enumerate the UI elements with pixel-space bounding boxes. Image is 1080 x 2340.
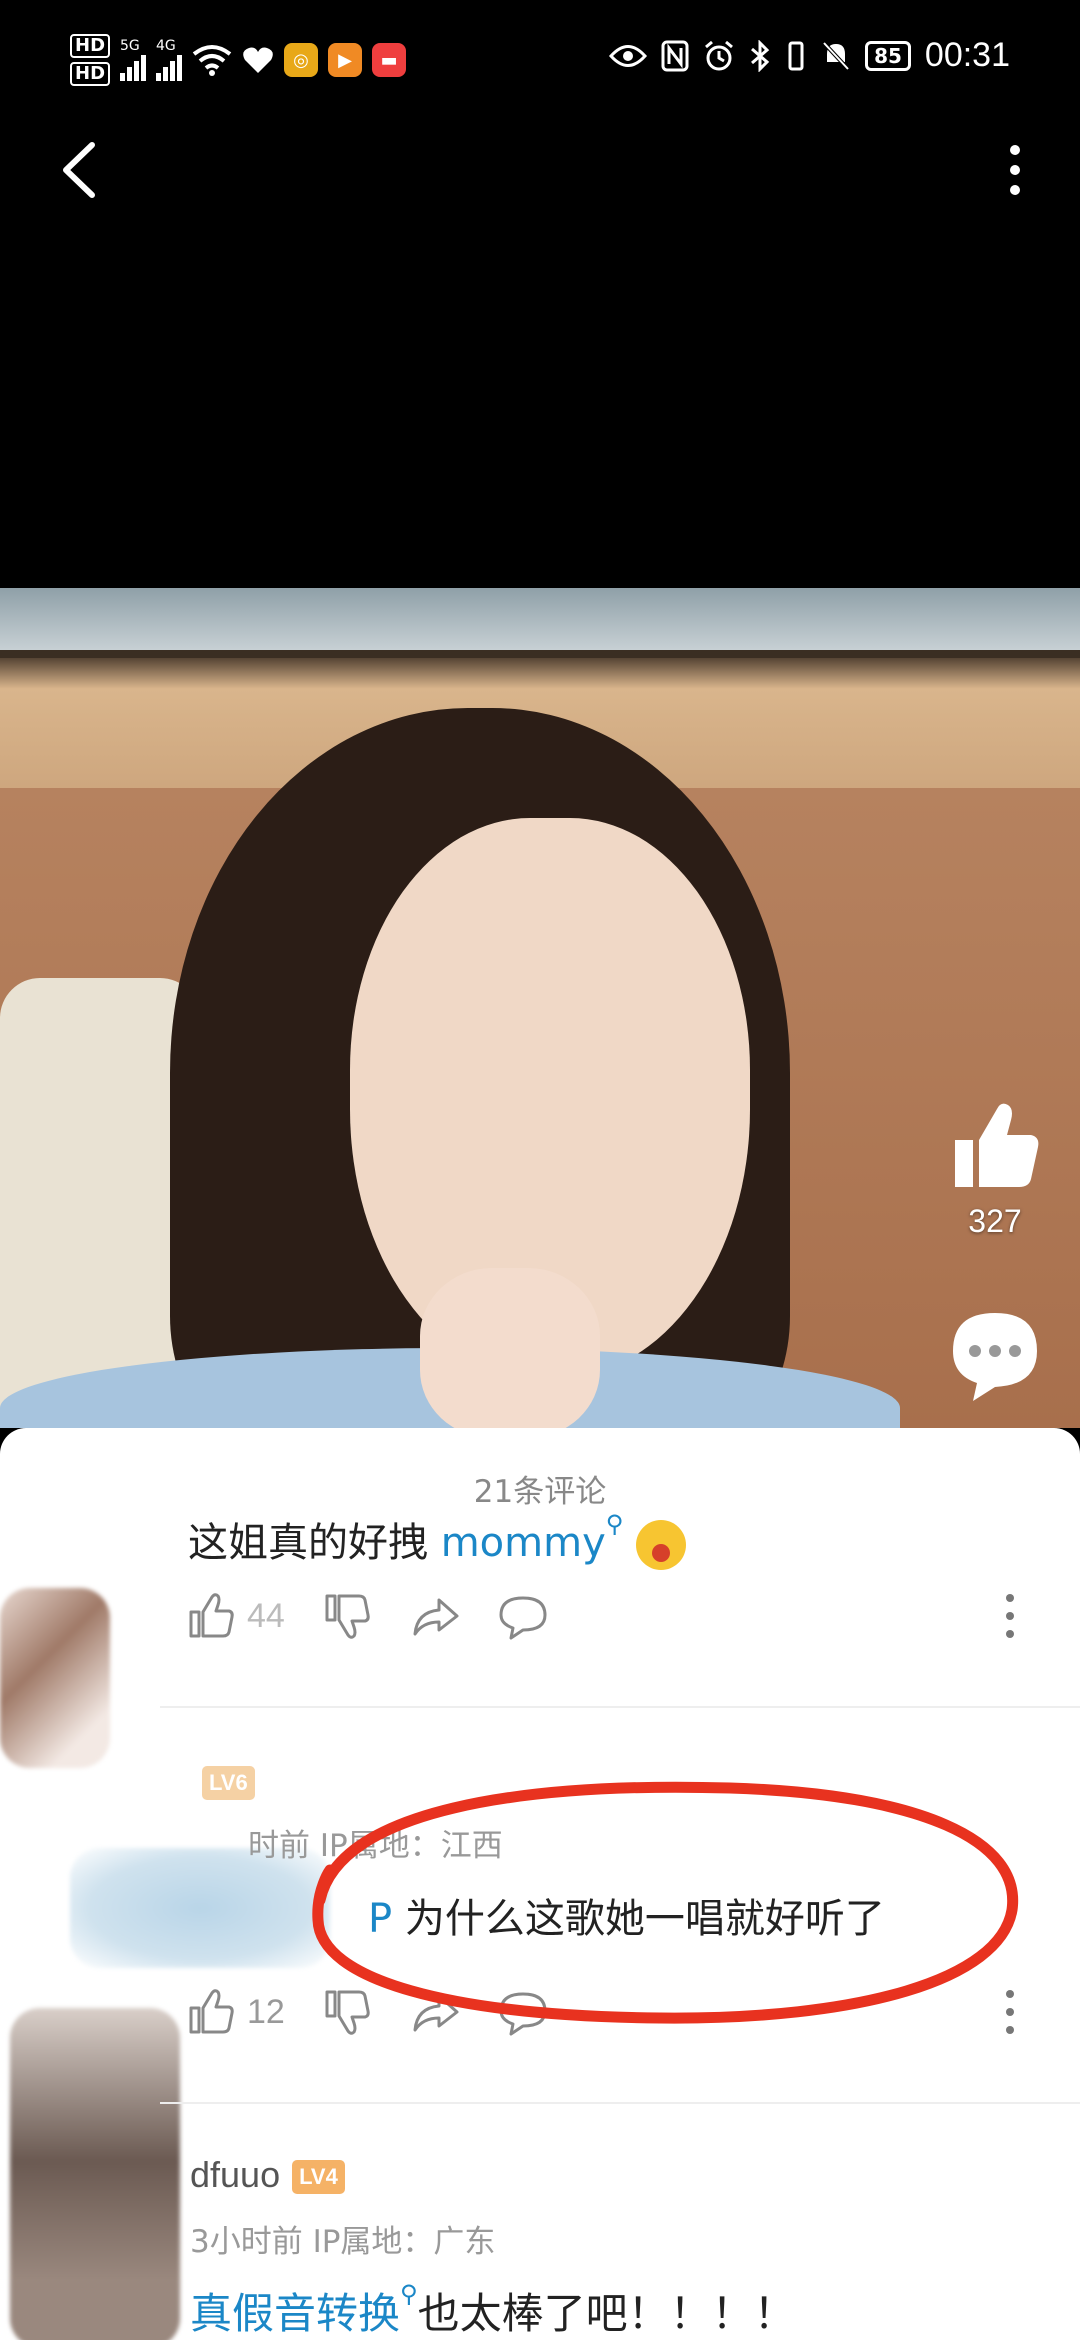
signal-4g: 4G [156, 38, 183, 81]
avatar[interactable] [10, 2008, 180, 2340]
comment-more-icon[interactable] [1000, 1586, 1020, 1646]
screen: HD HD 5G 4G ◎ ▶ ▬ 85 00:31 327 21条评论 这姐真… [0, 0, 1080, 2340]
comment-time: 3小时前 [190, 2224, 303, 2260]
share-arrow-icon [413, 1994, 459, 2032]
network-4g-label: 4G [156, 38, 176, 54]
more-options-icon[interactable] [990, 135, 1040, 205]
status-left: HD HD 5G 4G ◎ ▶ ▬ [70, 34, 407, 86]
comment-ip-location: IP属地：江西 [319, 1828, 503, 1864]
comment-text: 真假音转换⚲也太棒了吧！！！！ [190, 2280, 796, 2340]
chat-bubble-icon [499, 1992, 547, 2036]
signal-bars-icon [120, 53, 147, 81]
comment-body: 也太棒了吧！！！！ [417, 2289, 796, 2338]
reply-button[interactable] [497, 1590, 549, 1642]
comment-divider [160, 1706, 1080, 1708]
share-button[interactable] [409, 1590, 461, 1642]
comment-author[interactable]: dfuuo LV4 [190, 2154, 345, 2196]
signal-5g: 5G [120, 38, 147, 81]
comment-actions: 12 [185, 1986, 585, 2038]
redacted-username [70, 1848, 330, 1968]
comment-author[interactable]: LV6 [190, 1760, 255, 1802]
comment-mention-link[interactable]: mommy [441, 1520, 606, 1566]
video-like-button[interactable]: 327 [940, 1095, 1050, 1255]
thumbs-up-icon [189, 1593, 234, 1638]
eye-icon [609, 44, 648, 67]
status-bar: HD HD 5G 4G ◎ ▶ ▬ 85 00:31 [0, 0, 1080, 120]
comments-count-title: 21条评论 [473, 1474, 607, 1510]
user-level-badge: LV4 [292, 2160, 345, 2195]
video-app-icon: ▶ [328, 43, 363, 77]
comment-body: 为什么这歌她一唱就好听了 [404, 1896, 885, 1942]
app-notification-icon: ◎ [284, 43, 319, 77]
hd-indicator: HD HD [70, 34, 111, 86]
video-subject [420, 1268, 600, 1428]
video-like-count: 327 [968, 1203, 1022, 1239]
thumbs-up-icon [955, 1103, 1039, 1187]
comment-bubble-icon[interactable] [945, 1305, 1045, 1405]
comment-divider [160, 2102, 1080, 2104]
like-button[interactable]: 12 [185, 1986, 285, 2038]
like-count: 44 [247, 1596, 285, 1635]
comment-mention-link[interactable]: P [368, 1896, 392, 1942]
alarm-icon [705, 40, 734, 70]
heart-icon [243, 47, 273, 73]
comment-meta: 时前 IP属地：江西 [248, 1820, 503, 1865]
comments-sheet: 21条评论 这姐真的好拽 mommy⚲ 44 LV6 时前 IP属地：江西 P … [0, 1428, 1080, 2340]
hd-icon-1: HD [70, 34, 111, 58]
back-arrow-icon[interactable] [50, 135, 110, 205]
comment-ip-location: IP属地：广东 [312, 2224, 496, 2260]
battery-indicator: 85 [865, 40, 911, 71]
search-icon: ⚲ [400, 2280, 418, 2308]
mute-bell-icon [822, 41, 850, 70]
video-background [0, 588, 1080, 658]
dislike-button[interactable] [321, 1986, 373, 2038]
share-arrow-icon [413, 1598, 459, 1636]
wifi-icon [192, 45, 232, 76]
comment-text: P 为什么这歌她一唱就好听了 [368, 1886, 885, 1944]
user-level-badge: LV6 [202, 1766, 255, 1801]
comment-text: 这姐真的好拽 mommy⚲ [188, 1510, 687, 1570]
hd-icon-2: HD [70, 62, 111, 86]
like-button[interactable]: 44 [185, 1590, 285, 1642]
video-player[interactable] [0, 588, 1080, 1428]
thumbs-down-icon [325, 1594, 370, 1639]
comment-mention-link[interactable]: 真假音转换 [190, 2289, 400, 2338]
comment-meta: 3小时前 IP属地：广东 [190, 2216, 495, 2261]
battery-level: 85 [874, 43, 902, 68]
signal-bars-icon [156, 53, 183, 81]
avatar[interactable] [0, 1588, 110, 1768]
app-icon: ▬ [372, 43, 407, 77]
bluetooth-icon [751, 39, 770, 72]
thumbs-down-icon [325, 1990, 370, 2035]
clock: 00:31 [924, 36, 1010, 74]
comment-username: dfuuo [190, 2154, 281, 2195]
like-count: 12 [247, 1992, 285, 2031]
reply-button[interactable] [497, 1986, 549, 2038]
chat-bubble-icon [499, 1596, 547, 1640]
vibrate-icon [788, 41, 804, 70]
comment-body: 这姐真的好拽 [188, 1520, 428, 1566]
surprised-emoji-icon [636, 1520, 687, 1570]
search-icon: ⚲ [605, 1510, 624, 1538]
status-right: 85 00:31 [609, 36, 1010, 75]
comment-actions: 44 [185, 1590, 585, 1642]
share-button[interactable] [409, 1986, 461, 2038]
thumbs-up-icon [189, 1989, 234, 2034]
dislike-button[interactable] [321, 1590, 373, 1642]
comment-time: 时前 [248, 1828, 310, 1864]
network-5g-label: 5G [120, 38, 140, 54]
comment-more-icon[interactable] [1000, 1982, 1020, 2042]
nfc-icon [661, 40, 689, 71]
